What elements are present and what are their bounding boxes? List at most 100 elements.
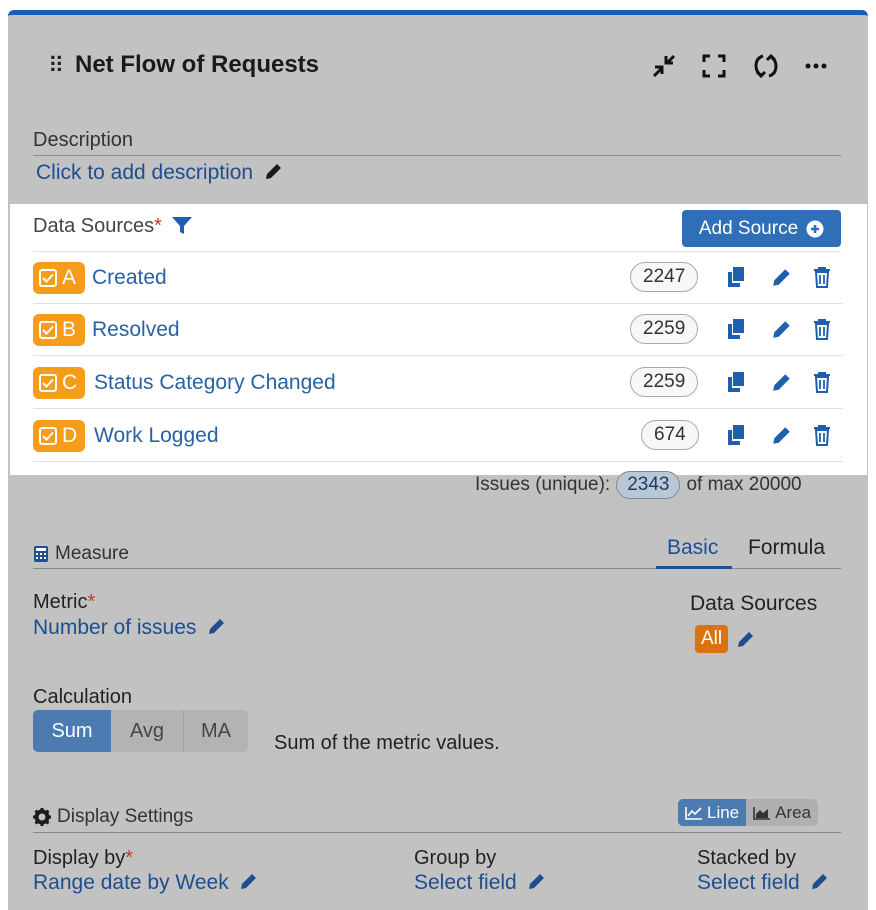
required-mark: *	[154, 215, 162, 237]
filter-icon[interactable]	[171, 215, 193, 235]
add-source-label: Add Source	[698, 217, 799, 239]
checkmark-icon	[42, 431, 54, 441]
chart-type-area-label: Area	[775, 802, 812, 822]
calc-avg-option[interactable]: Avg	[111, 710, 183, 752]
issues-count-badge: 2343	[616, 471, 681, 499]
fullscreen-icon[interactable]	[698, 50, 730, 82]
copy-icon[interactable]	[723, 369, 749, 395]
metric-selector[interactable]: Number of issues	[33, 616, 227, 640]
metric-value: Number of issues	[33, 616, 197, 639]
checkmark-icon	[42, 273, 54, 283]
stacked-by-selector[interactable]: Select field	[697, 871, 830, 895]
calc-ma-option[interactable]: MA	[183, 710, 248, 752]
source-checkbox[interactable]: A	[33, 262, 85, 294]
calculation-label: Calculation	[33, 686, 132, 708]
area-chart-icon	[753, 806, 771, 820]
source-count: 2247	[630, 262, 699, 292]
metric-label: Metric	[33, 591, 88, 613]
source-letter: D	[62, 424, 78, 447]
calculator-icon	[34, 546, 48, 562]
line-chart-icon	[685, 806, 702, 820]
data-source-row[interactable]: A Created 2247	[33, 252, 843, 304]
edit-icon[interactable]	[769, 369, 795, 395]
display-divider	[33, 832, 841, 833]
pencil-icon	[812, 874, 828, 889]
source-name[interactable]: Resolved	[92, 318, 180, 342]
chart-type-line-label: Line	[707, 802, 740, 822]
plus-circle-icon	[806, 220, 824, 237]
pencil-icon	[241, 874, 257, 889]
measure-label: Measure	[55, 543, 129, 564]
pencil-icon	[265, 164, 281, 179]
measure-header: Measure	[33, 543, 129, 565]
source-checkbox[interactable]: B	[33, 314, 85, 346]
description-label: Description	[33, 129, 134, 151]
stacked-by-value: Select field	[697, 871, 800, 894]
pencil-icon	[529, 874, 545, 889]
display-by-label: Display by	[33, 847, 126, 869]
source-count: 2259	[630, 367, 699, 397]
trash-icon[interactable]	[809, 316, 835, 342]
display-by-value: Range date by Week	[33, 871, 229, 894]
data-sources-label: Data Sources	[33, 215, 155, 237]
display-by-label-wrap: Display by*	[33, 847, 133, 870]
display-settings-header: Display Settings	[33, 806, 193, 828]
source-count: 2259	[630, 314, 699, 344]
calc-sum-option[interactable]: Sum	[33, 710, 111, 752]
checkmark-icon	[42, 325, 54, 335]
stacked-by-label: Stacked by	[697, 847, 796, 869]
issues-max: of max 20000	[686, 474, 802, 495]
source-checkbox[interactable]: D	[33, 420, 85, 452]
drag-handle-icon[interactable]: ⠿	[48, 53, 64, 79]
required-mark: *	[87, 591, 96, 613]
ds-selector[interactable]: All	[695, 625, 756, 653]
data-source-row[interactable]: D Work Logged 674	[33, 410, 843, 462]
widget-panel: ⠿ Net Flow of Requests Description Click…	[8, 10, 868, 910]
source-name[interactable]: Created	[92, 266, 167, 290]
issues-summary: Issues (unique): 2343 of max 20000	[475, 471, 802, 499]
ds-selector-label: Data Sources	[690, 592, 818, 615]
trash-icon[interactable]	[809, 369, 835, 395]
display-by-selector[interactable]: Range date by Week	[33, 871, 259, 895]
source-checkbox[interactable]: C	[33, 367, 85, 399]
add-description-link[interactable]: Click to add description	[36, 161, 284, 185]
issues-label: Issues (unique):	[475, 474, 611, 495]
source-name[interactable]: Status Category Changed	[94, 371, 336, 395]
chart-type-line[interactable]: Line	[678, 799, 747, 826]
tab-formula[interactable]: Formula	[748, 536, 825, 560]
required-mark: *	[125, 847, 134, 869]
trash-icon[interactable]	[809, 264, 835, 290]
copy-icon[interactable]	[723, 264, 749, 290]
source-count: 674	[641, 420, 699, 450]
display-settings-label: Display Settings	[57, 806, 194, 827]
pencil-icon	[208, 619, 224, 634]
copy-icon[interactable]	[723, 316, 749, 342]
gear-icon	[33, 808, 51, 826]
calculation-toggle: Sum Avg MA	[33, 710, 248, 752]
tab-basic[interactable]: Basic	[667, 536, 718, 560]
group-by-label: Group by	[414, 847, 497, 869]
metric-label-wrap: Metric*	[33, 591, 95, 614]
chart-type-area[interactable]: Area	[746, 799, 818, 826]
edit-icon[interactable]	[769, 422, 795, 448]
source-letter: B	[62, 318, 77, 341]
chart-type-toggle: Line Area	[678, 799, 819, 826]
widget-title: Net Flow of Requests	[75, 51, 320, 78]
refresh-icon[interactable]	[750, 50, 782, 82]
edit-icon[interactable]	[769, 264, 795, 290]
copy-icon[interactable]	[723, 422, 749, 448]
group-by-selector[interactable]: Select field	[414, 871, 547, 895]
calculation-description: Sum of the metric values.	[274, 732, 500, 754]
data-source-row[interactable]: B Resolved 2259	[33, 304, 843, 356]
add-description-text: Click to add description	[36, 161, 254, 184]
source-letter: C	[62, 371, 78, 394]
description-divider	[33, 155, 841, 156]
data-source-row[interactable]: C Status Category Changed 2259	[33, 357, 843, 409]
edit-icon[interactable]	[769, 316, 795, 342]
more-icon[interactable]	[800, 50, 832, 82]
add-source-button[interactable]: Add Source	[682, 210, 841, 247]
trash-icon[interactable]	[809, 422, 835, 448]
source-name[interactable]: Work Logged	[94, 424, 219, 448]
collapse-icon[interactable]	[648, 50, 680, 82]
tab-basic-underline	[656, 566, 732, 569]
